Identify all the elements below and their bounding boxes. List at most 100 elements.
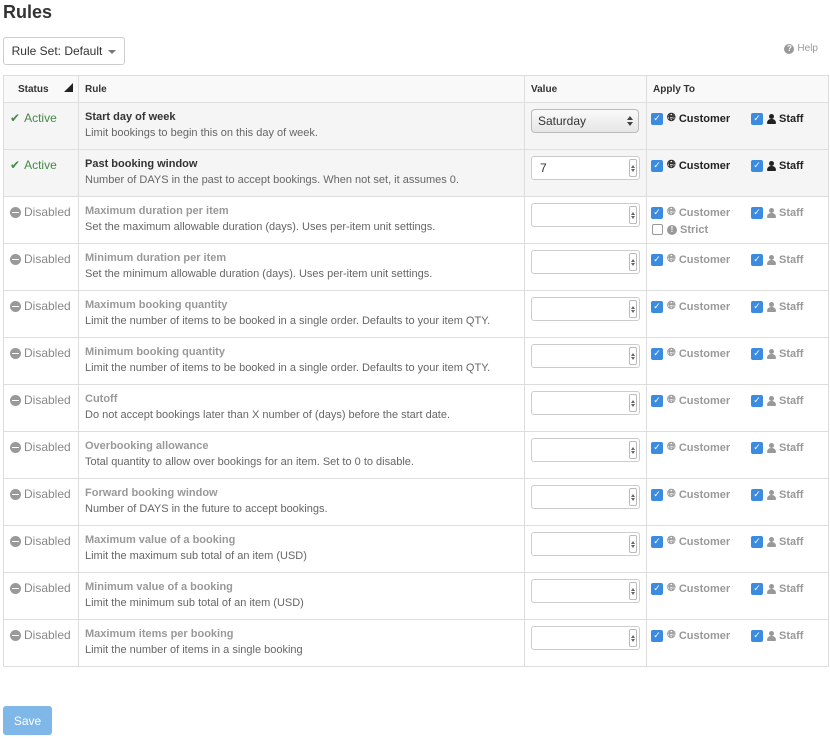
help-link[interactable]: ? Help [784,43,818,54]
staff-option[interactable]: ✓ Staff [751,206,803,219]
status-badge[interactable]: Disabled [10,487,72,501]
customer-checkbox[interactable]: ✓ [651,206,663,219]
table-row: ✔ Active Start day of week Limit booking… [3,102,829,150]
spinner-arrows-icon[interactable] [629,206,637,224]
status-badge[interactable]: Disabled [10,393,72,407]
staff-option[interactable]: ✓ Staff [751,300,803,313]
staff-option[interactable]: ✓ Staff [751,394,803,407]
spinner-arrows-icon[interactable] [629,535,637,553]
customer-option[interactable]: ✓ 🌐︎ Customer [651,441,751,454]
staff-checkbox[interactable]: ✓ [751,441,763,454]
customer-option[interactable]: ✓ 🌐︎ Customer [651,206,751,219]
staff-option[interactable]: ✓ Staff [751,535,803,548]
customer-option[interactable]: ✓ 🌐︎ Customer [651,629,751,642]
staff-option[interactable]: ✓ Staff [751,488,803,501]
staff-option[interactable]: ✓ Staff [751,253,803,266]
staff-checkbox[interactable]: ✓ [751,159,763,172]
customer-checkbox[interactable]: ✓ [651,300,663,313]
customer-option[interactable]: ✓ 🌐︎ Customer [651,394,751,407]
status-badge[interactable]: ✔ Active [10,158,72,172]
status-badge[interactable]: ✔ Active [10,111,72,125]
customer-option[interactable]: ✓ 🌐︎ Customer [651,488,751,501]
status-badge[interactable]: Disabled [10,252,72,266]
table-row: Disabled Forward booking window Number o… [3,478,829,526]
strict-option[interactable]: ! Strict [652,224,708,236]
select-value: Saturday [538,114,587,128]
page-title: Rules [3,2,53,22]
staff-option[interactable]: ✓ Staff [751,629,803,642]
value-input[interactable] [531,485,640,509]
status-badge[interactable]: Disabled [10,299,72,313]
spinner-arrows-icon[interactable] [629,300,637,318]
staff-checkbox[interactable]: ✓ [751,300,763,313]
status-cell: Disabled [3,478,79,526]
spinner-arrows-icon[interactable] [629,488,637,506]
minus-circle-icon [10,441,21,453]
customer-checkbox[interactable]: ✓ [651,347,663,360]
customer-checkbox[interactable]: ✓ [651,441,663,454]
apply-to-cell: ✓ 🌐︎ Customer ✓ Staff [646,572,829,620]
customer-checkbox[interactable]: ✓ [651,582,663,595]
spinner-arrows-icon[interactable] [629,582,637,600]
staff-option[interactable]: ✓ Staff [751,582,803,595]
header-status[interactable]: Status [3,75,79,103]
staff-checkbox[interactable]: ✓ [751,112,763,125]
value-input[interactable] [531,297,640,321]
apply-to-cell: ✓ 🌐︎ Customer ✓ Staff [646,337,829,385]
ruleset-dropdown-button[interactable]: Rule Set: Default [3,37,125,65]
value-input[interactable] [531,579,640,603]
customer-checkbox[interactable]: ✓ [651,535,663,548]
customer-option[interactable]: ✓ 🌐︎ Customer [651,159,751,172]
start-day-select[interactable]: Saturday [531,109,639,133]
status-badge[interactable]: Disabled [10,581,72,595]
spinner-arrows-icon[interactable] [629,347,637,365]
staff-option[interactable]: ✓ Staff [751,347,803,360]
value-input[interactable] [531,344,640,368]
staff-option[interactable]: ✓ Staff [751,112,803,125]
value-input[interactable] [531,532,640,556]
staff-checkbox[interactable]: ✓ [751,347,763,360]
spinner-arrows-icon[interactable] [629,159,637,177]
status-badge[interactable]: Disabled [10,534,72,548]
value-input[interactable] [531,626,640,650]
status-badge[interactable]: Disabled [10,628,72,642]
staff-checkbox[interactable]: ✓ [751,535,763,548]
spinner-arrows-icon[interactable] [629,629,637,647]
staff-checkbox[interactable]: ✓ [751,629,763,642]
apply-to-cell: ✓ 🌐︎ Customer ✓ Staff [646,149,829,197]
customer-option[interactable]: ✓ 🌐︎ Customer [651,535,751,548]
customer-checkbox[interactable]: ✓ [651,629,663,642]
spinner-arrows-icon[interactable] [629,253,637,271]
save-button[interactable]: Save [3,706,52,735]
customer-checkbox[interactable]: ✓ [651,112,663,125]
customer-option[interactable]: ✓ 🌐︎ Customer [651,253,751,266]
staff-checkbox[interactable]: ✓ [751,253,763,266]
staff-checkbox[interactable]: ✓ [751,206,763,219]
customer-option[interactable]: ✓ 🌐︎ Customer [651,582,751,595]
customer-option[interactable]: ✓ 🌐︎ Customer [651,112,751,125]
status-badge[interactable]: Disabled [10,346,72,360]
value-input[interactable]: 7 [531,156,640,180]
value-input[interactable] [531,203,640,227]
staff-option[interactable]: ✓ Staff [751,159,803,172]
spinner-arrows-icon[interactable] [629,394,637,412]
value-input[interactable] [531,250,640,274]
status-badge[interactable]: Disabled [10,205,72,219]
customer-checkbox[interactable]: ✓ [651,488,663,501]
customer-checkbox[interactable]: ✓ [651,253,663,266]
staff-checkbox[interactable]: ✓ [751,582,763,595]
customer-option[interactable]: ✓ 🌐︎ Customer [651,300,751,313]
spinner-arrows-icon[interactable] [629,441,637,459]
staff-checkbox[interactable]: ✓ [751,394,763,407]
customer-option[interactable]: ✓ 🌐︎ Customer [651,347,751,360]
customer-checkbox[interactable]: ✓ [651,394,663,407]
strict-checkbox[interactable] [652,224,663,235]
status-badge[interactable]: Disabled [10,440,72,454]
customer-checkbox[interactable]: ✓ [651,159,663,172]
staff-option[interactable]: ✓ Staff [751,441,803,454]
rule-name: Maximum booking quantity [85,299,228,311]
value-input[interactable] [531,391,640,415]
staff-checkbox[interactable]: ✓ [751,488,763,501]
value-input[interactable] [531,438,640,462]
select-arrows-icon [627,116,633,126]
